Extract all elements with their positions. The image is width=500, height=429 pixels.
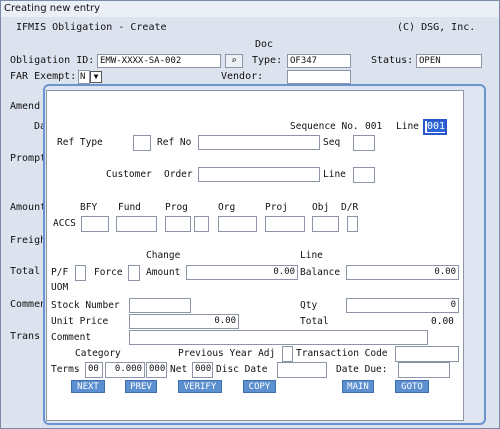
status-field[interactable]: OPEN — [416, 54, 482, 68]
sequence-value: 001 — [365, 121, 383, 132]
disc-date-label: Disc Date — [216, 364, 268, 375]
bg-comment-label: Commen — [10, 299, 47, 310]
transaction-code-field[interactable] — [395, 346, 459, 362]
date-due-label: Date Due: — [336, 364, 388, 375]
far-exempt-label: FAR Exempt: — [10, 71, 77, 82]
accs-header-bfy: BFY — [80, 202, 98, 213]
far-exempt-field[interactable]: N — [78, 70, 90, 84]
balance-label: Balance — [300, 267, 341, 278]
main-button[interactable]: MAIN — [342, 380, 374, 393]
qty-field[interactable]: 0 — [346, 298, 459, 313]
prev-year-adj-label: Previous Year Adj — [178, 348, 276, 359]
far-exempt-dropdown[interactable]: ▼ — [90, 71, 102, 83]
pf-field[interactable] — [75, 265, 86, 281]
accs-obj-field[interactable] — [312, 216, 339, 232]
seq-field[interactable] — [353, 135, 375, 151]
chevron-down-icon: ▼ — [93, 72, 99, 81]
window-caption: Creating new entry — [4, 3, 101, 14]
accs-org-field[interactable] — [218, 216, 257, 232]
customer-label: Customer — [106, 169, 152, 180]
accs-header-proj: Proj — [265, 202, 288, 213]
next-button[interactable]: NEXT — [71, 380, 105, 393]
goto-button[interactable]: GOTO — [395, 380, 429, 393]
doc-label: Doc — [255, 39, 274, 50]
comment-field[interactable] — [129, 330, 428, 345]
line-value: 001 — [427, 121, 446, 132]
accs-header-obj: Obj — [312, 202, 330, 213]
bg-freight-label: Freigh — [10, 235, 47, 246]
terms-field-3[interactable]: 000 — [146, 362, 167, 378]
accs-header-org: Org — [218, 202, 236, 213]
prev-button[interactable]: PREV — [125, 380, 157, 393]
unit-price-field[interactable]: 0.00 — [129, 314, 239, 329]
disc-date-field[interactable] — [277, 362, 327, 378]
total-value: 0.00 — [431, 316, 454, 327]
verify-button[interactable]: VERIFY — [178, 380, 222, 393]
seq-label: Seq — [323, 137, 341, 148]
sequence-label: Sequence No. — [290, 121, 359, 132]
force-label: Force — [94, 267, 123, 278]
pf-label: P/F — [51, 267, 69, 278]
obligation-id-label: Obligation ID: — [10, 55, 95, 66]
accs-header-fund: Fund — [118, 202, 141, 213]
bg-amount-label: Amount — [10, 202, 47, 213]
type-label: Type: — [252, 55, 283, 66]
accs-bfy-field[interactable] — [81, 216, 109, 232]
ref-type-label: Ref Type — [57, 137, 103, 148]
order-line-label: Line — [323, 169, 346, 180]
accs-proj-field[interactable] — [265, 216, 305, 232]
net-field[interactable]: 000 — [192, 362, 213, 378]
search-icon: ⌕ — [231, 56, 237, 66]
type-field[interactable]: OF347 — [287, 54, 351, 68]
bg-trans-label: Trans — [10, 331, 41, 342]
category-label: Category — [75, 348, 121, 359]
ref-no-label: Ref No — [157, 137, 192, 148]
line-header-label: Line — [300, 250, 323, 261]
vendor-label: Vendor: — [221, 71, 264, 82]
bg-amend-label: Amend — [10, 101, 41, 112]
accs-prog-field[interactable] — [165, 216, 191, 232]
order-label: Order — [164, 169, 193, 180]
prev-year-adj-field[interactable] — [282, 346, 293, 362]
accs-header-prog: Prog — [165, 202, 188, 213]
qty-label: Qty — [300, 300, 318, 311]
accs-prog-ext-field[interactable] — [194, 216, 209, 232]
accs-header-dr: D/R — [341, 202, 359, 213]
transaction-code-label: Transaction Code — [296, 348, 388, 359]
vendor-field[interactable] — [287, 70, 351, 84]
line-label: Line — [396, 121, 419, 132]
ref-no-field[interactable] — [198, 135, 320, 150]
amount-field[interactable]: 0.00 — [186, 265, 298, 280]
terms-field-1[interactable]: 00 — [85, 362, 103, 378]
date-due-field[interactable] — [398, 362, 450, 378]
unit-price-label: Unit Price — [51, 316, 109, 327]
ref-type-field[interactable] — [133, 135, 151, 151]
status-label: Status: — [371, 55, 414, 66]
page-title: IFMIS Obligation - Create — [16, 22, 167, 33]
terms-field-2[interactable]: 0.000 — [105, 362, 145, 378]
stock-number-label: Stock Number — [51, 300, 120, 311]
balance-field[interactable]: 0.00 — [346, 265, 459, 280]
copy-button[interactable]: COPY — [243, 380, 276, 393]
copyright: (C) DSG, Inc. — [397, 22, 476, 33]
bg-prompt-label: Prompt — [10, 153, 47, 164]
total-label: Total — [300, 316, 329, 327]
line-field[interactable]: 001 — [423, 119, 447, 135]
lookup-button[interactable]: ⌕ — [225, 54, 243, 68]
order-line-field[interactable] — [353, 167, 375, 183]
comment-label: Comment — [51, 332, 92, 343]
accs-dr-field[interactable] — [347, 216, 358, 232]
accs-fund-field[interactable] — [116, 216, 157, 232]
obligation-id-field[interactable]: EMW-XXXX-SA-002 — [97, 54, 221, 68]
net-label: Net — [170, 364, 188, 375]
accs-label: ACCS — [53, 218, 76, 229]
bg-total-label: Total — [10, 266, 41, 277]
stock-number-field[interactable] — [129, 298, 191, 313]
change-label: Change — [146, 250, 181, 261]
order-field[interactable] — [198, 167, 320, 182]
uom-label: UOM — [51, 282, 69, 293]
amount-label: Amount — [146, 267, 181, 278]
terms-label: Terms — [51, 364, 80, 375]
force-field[interactable] — [128, 265, 140, 281]
